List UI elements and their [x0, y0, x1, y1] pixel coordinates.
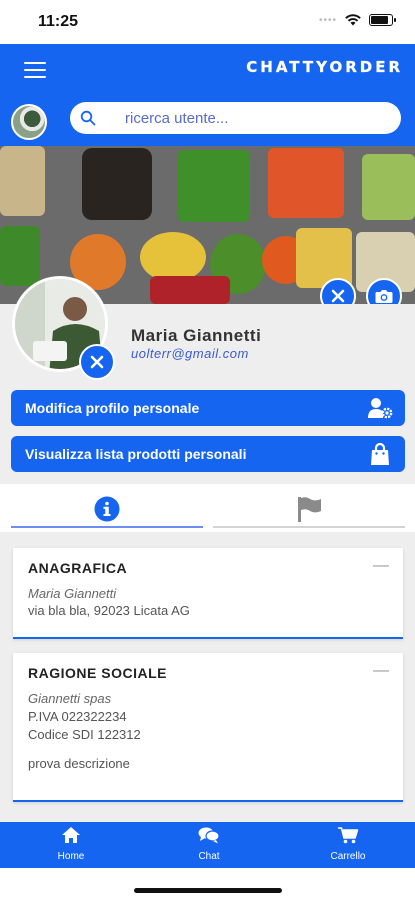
nav-cart-label: Carrello	[330, 851, 366, 862]
status-icons: ••••	[318, 14, 396, 26]
menu-icon[interactable]	[24, 62, 46, 78]
header-avatar[interactable]	[11, 104, 47, 140]
content-area: ANAGRAFICA — Maria Giannetti via bla bla…	[0, 532, 415, 822]
search-icon	[80, 110, 96, 126]
wifi-icon	[345, 14, 361, 26]
tab-flag[interactable]	[213, 484, 405, 528]
search-box	[70, 102, 401, 134]
edit-profile-label: Modifica profilo personale	[25, 400, 200, 416]
view-products-label: Visualizza lista prodotti personali	[25, 446, 247, 462]
ragione-sociale-card: RAGIONE SOCIALE — Giannetti spas P.IVA 0…	[13, 653, 403, 802]
close-icon	[331, 289, 345, 303]
anagrafica-name: Maria Giannetti	[28, 586, 117, 601]
nav-home[interactable]: Home	[31, 826, 111, 866]
anagrafica-collapse-button[interactable]: —	[373, 557, 389, 575]
home-indicator-area	[0, 868, 415, 900]
search-input[interactable]	[125, 109, 385, 127]
brand-logo: CHATTYORDER	[246, 58, 403, 76]
anagrafica-card: ANAGRAFICA — Maria Giannetti via bla bla…	[13, 548, 403, 639]
nav-chat-label: Chat	[198, 851, 220, 862]
company-name: Giannetti spas	[28, 691, 112, 706]
nav-chat[interactable]: Chat	[169, 826, 249, 866]
company-description: prova descrizione	[28, 756, 130, 771]
status-time: 11:25	[38, 13, 79, 30]
camera-icon	[375, 289, 393, 303]
tab-info[interactable]	[11, 484, 203, 528]
bottom-nav: Home Chat Carrello	[0, 822, 415, 868]
ragione-sociale-title: RAGIONE SOCIALE	[28, 665, 167, 681]
nav-cart[interactable]: Carrello	[308, 826, 388, 866]
view-products-button[interactable]: Visualizza lista prodotti personali	[11, 436, 405, 472]
user-name: Maria Giannetti	[131, 326, 262, 345]
status-bar: 11:25 ••••	[0, 0, 415, 44]
home-indicator[interactable]	[134, 888, 282, 893]
anagrafica-address: via bla bla, 92023 Licata AG	[28, 603, 190, 618]
company-sdi: Codice SDI 122312	[28, 727, 141, 742]
remove-photo-button[interactable]	[79, 344, 115, 380]
home-icon	[62, 827, 80, 843]
close-icon	[90, 355, 104, 369]
tab-flag-underline	[213, 526, 405, 528]
user-email: uolterr@gmail.com	[131, 346, 249, 361]
company-piva: P.IVA 022322234	[28, 709, 127, 724]
ragione-sociale-collapse-button[interactable]: —	[373, 662, 389, 680]
shopping-bag-icon	[371, 442, 389, 465]
battery-icon	[369, 14, 396, 26]
app-header: CHATTYORDER	[0, 44, 415, 146]
chat-icon	[198, 827, 220, 844]
anagrafica-title: ANAGRAFICA	[28, 560, 128, 576]
flag-icon	[298, 497, 321, 522]
nav-home-label: Home	[57, 851, 85, 862]
user-settings-icon	[368, 398, 393, 419]
profile-tabs	[0, 484, 415, 532]
info-icon	[94, 496, 120, 522]
cart-icon	[338, 827, 359, 844]
signal-icon: ••••	[318, 14, 337, 26]
edit-profile-button[interactable]: Modifica profilo personale	[11, 390, 405, 426]
tab-info-underline	[11, 526, 203, 528]
